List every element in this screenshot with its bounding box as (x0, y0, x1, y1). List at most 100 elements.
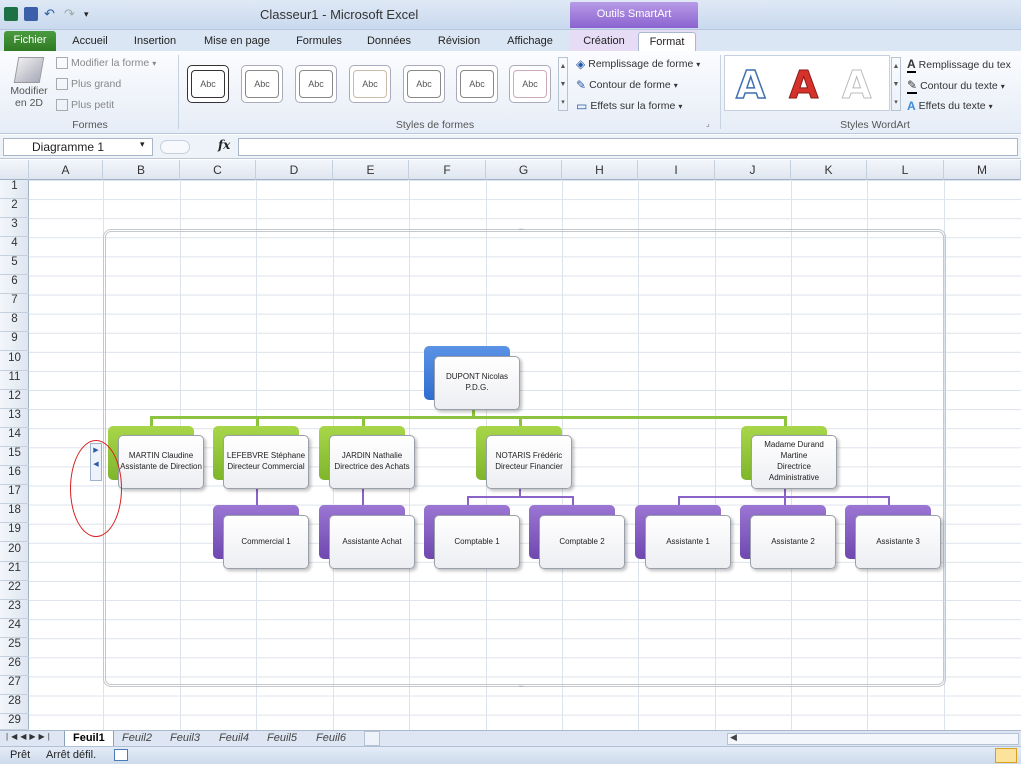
shape-style-7[interactable]: Abc (509, 65, 551, 103)
tab-donnees[interactable]: Données (360, 32, 418, 51)
scroll-left-icon[interactable]: ◀ (730, 732, 737, 743)
dialog-launcher-icon[interactable]: ⌟ (706, 119, 710, 128)
effets-texte-button[interactable]: A Effets du texte ▾ (907, 99, 993, 113)
tab-affichage[interactable]: Affichage (498, 32, 562, 51)
tab-fichier[interactable]: Fichier (4, 31, 56, 51)
save-icon[interactable] (24, 7, 38, 21)
tab-creation[interactable]: Création (574, 32, 634, 51)
select-all-corner[interactable] (0, 160, 29, 180)
org-node-staff[interactable]: Comptable 2 (539, 515, 625, 569)
shape-style-6[interactable]: Abc (456, 65, 498, 103)
contour-texte-button[interactable]: ✎ Contour du texte ▾ (907, 78, 1005, 94)
row-header[interactable]: 18 (0, 504, 29, 523)
tab-mise-en-page[interactable]: Mise en page (196, 32, 278, 51)
undo-icon[interactable]: ↶ (44, 7, 58, 21)
row-header[interactable]: 21 (0, 562, 29, 581)
row-header[interactable]: 8 (0, 313, 29, 332)
column-header[interactable]: A (29, 160, 103, 180)
org-node-assistant[interactable]: MARTIN Claudine Assistante de Direction (118, 435, 204, 489)
name-box[interactable]: Diagramme 1 (3, 138, 153, 156)
row-header[interactable]: 25 (0, 638, 29, 657)
row-header[interactable]: 3 (0, 218, 29, 237)
column-header[interactable]: B (103, 160, 180, 180)
row-header[interactable]: 13 (0, 409, 29, 428)
shape-style-1[interactable]: Abc (187, 65, 229, 103)
resize-handle-bottom[interactable]: ···· (518, 683, 524, 690)
org-node-staff[interactable]: Assistante 3 (855, 515, 941, 569)
shape-style-4[interactable]: Abc (349, 65, 391, 103)
row-header[interactable]: 15 (0, 447, 29, 466)
row-header[interactable]: 26 (0, 657, 29, 676)
modifier-forme-button[interactable]: Modifier la forme ▾ (56, 57, 156, 69)
org-node-manager[interactable]: LEFEBVRE Stéphane Directeur Commercial (223, 435, 309, 489)
row-header[interactable]: 11 (0, 371, 29, 390)
org-node-staff[interactable]: Assistante 1 (645, 515, 731, 569)
column-header[interactable]: C (180, 160, 256, 180)
remplissage-texte-button[interactable]: A Remplissage du tex (907, 57, 1011, 73)
effets-forme-button[interactable]: ▭ Effets sur la forme ▾ (576, 99, 682, 113)
column-header[interactable]: D (256, 160, 333, 180)
insert-function-icon[interactable]: fx (218, 138, 230, 152)
sheet-tab[interactable]: Feuil2 (114, 731, 160, 747)
row-header[interactable]: 9 (0, 332, 29, 351)
row-header[interactable]: 29 (0, 714, 29, 730)
tab-insertion[interactable]: Insertion (124, 32, 186, 51)
sheet-tab[interactable]: Feuil3 (162, 731, 208, 747)
row-header[interactable]: 5 (0, 256, 29, 275)
sheet-nav-arrows[interactable]: |◀◀▶▶| (6, 732, 53, 741)
row-header[interactable]: 4 (0, 237, 29, 256)
row-header[interactable]: 1 (0, 180, 29, 199)
modifier-2d-button[interactable]: Modifier en 2D (8, 57, 50, 109)
row-header[interactable]: 20 (0, 543, 29, 562)
tab-revision[interactable]: Révision (430, 32, 488, 51)
column-header[interactable]: J (715, 160, 791, 180)
column-header[interactable]: M (944, 160, 1021, 180)
shape-style-3[interactable]: Abc (295, 65, 337, 103)
row-header[interactable]: 23 (0, 600, 29, 619)
org-node-staff[interactable]: Assistante 2 (750, 515, 836, 569)
normal-view-icon[interactable] (995, 748, 1017, 763)
shape-style-5[interactable]: Abc (403, 65, 445, 103)
horizontal-scrollbar[interactable] (727, 733, 1019, 745)
row-header[interactable]: 24 (0, 619, 29, 638)
tab-formules[interactable]: Formules (288, 32, 350, 51)
insert-sheet-icon[interactable] (364, 731, 380, 746)
tab-format[interactable]: Format (638, 32, 696, 51)
org-node-manager[interactable]: NOTARIS Frédéric Directeur Financier (486, 435, 572, 489)
column-header[interactable]: L (867, 160, 944, 180)
tab-accueil[interactable]: Accueil (64, 32, 116, 51)
org-node-manager[interactable]: Madame Durand Martine Directrice Adminis… (751, 435, 837, 489)
row-header[interactable]: 7 (0, 294, 29, 313)
row-header[interactable]: 19 (0, 523, 29, 542)
resize-handle-top[interactable]: ···· (518, 226, 524, 233)
sheet-tab[interactable]: Feuil6 (308, 731, 354, 747)
row-header[interactable]: 17 (0, 485, 29, 504)
org-node-staff[interactable]: Assistante Achat (329, 515, 415, 569)
org-node-staff[interactable]: Commercial 1 (223, 515, 309, 569)
row-header[interactable]: 16 (0, 466, 29, 485)
shape-style-2[interactable]: Abc (241, 65, 283, 103)
column-header[interactable]: G (486, 160, 562, 180)
row-header[interactable]: 27 (0, 676, 29, 695)
column-header[interactable]: H (562, 160, 638, 180)
row-header[interactable]: 22 (0, 581, 29, 600)
redo-icon[interactable]: ↷ (64, 7, 78, 21)
formula-input[interactable] (238, 138, 1018, 156)
sheet-tab[interactable]: Feuil5 (259, 731, 305, 747)
row-header[interactable]: 6 (0, 275, 29, 294)
row-header[interactable]: 10 (0, 352, 29, 371)
contour-forme-button[interactable]: ✎ Contour de forme ▾ (576, 78, 678, 92)
org-node-root[interactable]: DUPONT Nicolas P.D.G. (434, 356, 520, 410)
sheet-tab[interactable]: Feuil1 (64, 731, 114, 747)
gallery-scroll[interactable]: ▲ ▼ ▾ (558, 57, 568, 111)
column-header[interactable]: E (333, 160, 409, 180)
sheet-tab[interactable]: Feuil4 (211, 731, 257, 747)
row-header[interactable]: 28 (0, 695, 29, 714)
org-node-manager[interactable]: JARDIN Nathalie Directrice des Achats (329, 435, 415, 489)
row-header[interactable]: 12 (0, 390, 29, 409)
column-header[interactable]: K (791, 160, 867, 180)
wordart-gallery-scroll[interactable]: ▲ ▼ ▾ (891, 57, 901, 111)
column-header[interactable]: I (638, 160, 715, 180)
org-node-staff[interactable]: Comptable 1 (434, 515, 520, 569)
column-header[interactable]: F (409, 160, 486, 180)
